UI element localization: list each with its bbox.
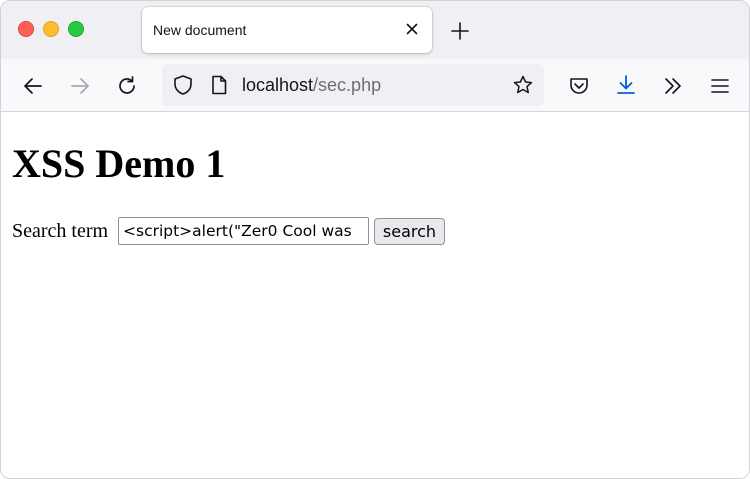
tab-title: New document (153, 22, 247, 38)
forward-arrow-icon[interactable] (69, 75, 91, 97)
url-host: localhost (242, 75, 314, 95)
url-text[interactable]: localhost/sec.php (242, 75, 381, 96)
download-icon[interactable] (615, 74, 637, 96)
star-icon[interactable] (512, 74, 534, 96)
shield-icon[interactable] (172, 74, 194, 96)
window-minimize-button[interactable] (43, 21, 59, 37)
plus-icon[interactable] (450, 21, 470, 41)
page-content: XSS Demo 1 Search term search (1, 112, 749, 478)
page-title: XSS Demo 1 (12, 141, 226, 186)
url-path: /sec.php (313, 75, 382, 95)
tab-strip: New document (1, 1, 749, 59)
window-zoom-button[interactable] (68, 21, 84, 37)
close-icon[interactable] (404, 21, 420, 37)
overflow-icon[interactable] (662, 75, 684, 97)
navigation-toolbar: localhost/sec.php (1, 59, 749, 112)
search-label: Search term (12, 220, 109, 242)
address-bar[interactable]: localhost/sec.php (162, 64, 544, 106)
back-arrow-icon[interactable] (22, 75, 44, 97)
tab-new-document[interactable]: New document (142, 7, 432, 53)
pocket-icon[interactable] (568, 75, 590, 97)
window-close-button[interactable] (18, 21, 34, 37)
browser-window: New document localhost/sec.php XSS Demo … (0, 0, 750, 479)
page-icon (212, 75, 227, 95)
search-input[interactable] (118, 217, 369, 245)
menu-icon[interactable] (709, 75, 731, 97)
search-button[interactable]: search (374, 218, 445, 245)
reload-icon[interactable] (116, 75, 138, 97)
